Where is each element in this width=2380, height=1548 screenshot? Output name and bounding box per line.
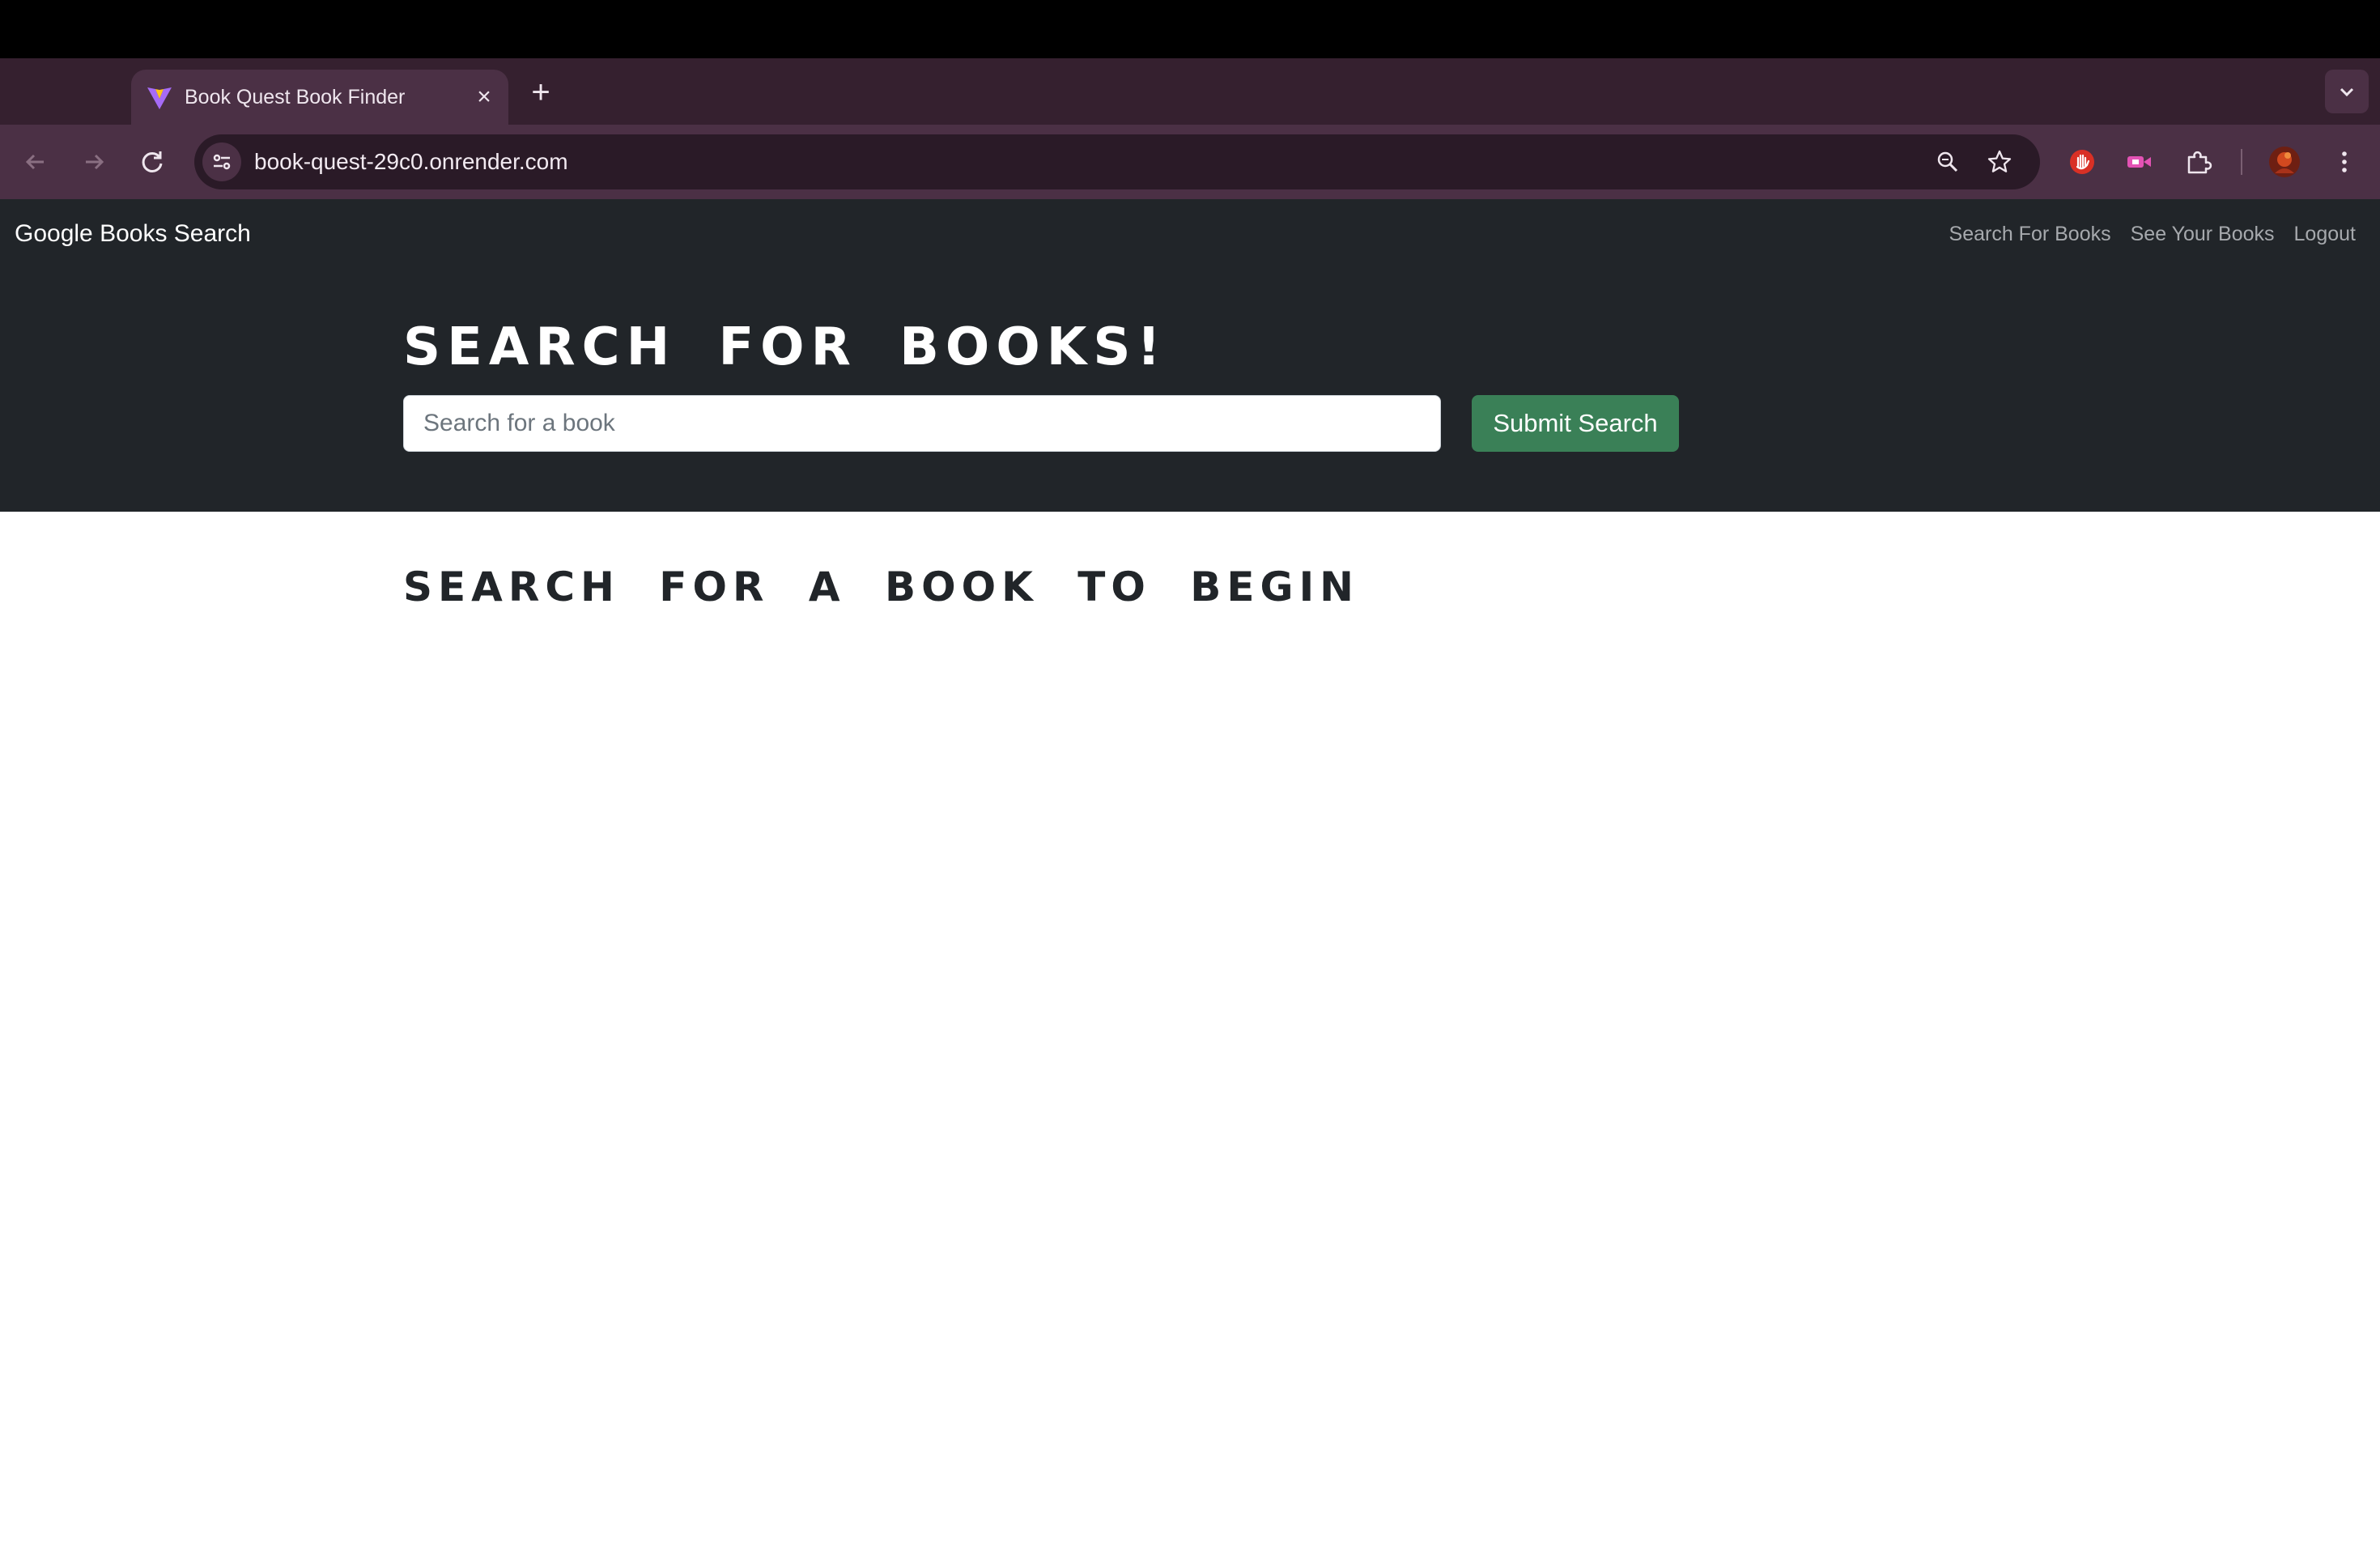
new-tab-icon[interactable]: + — [525, 76, 557, 108]
bookmark-star-icon[interactable] — [1987, 149, 2012, 175]
nav-link-logout[interactable]: Logout — [2294, 199, 2356, 269]
more-menu-icon[interactable] — [2330, 147, 2359, 176]
tab-title: Book Quest Book Finder — [185, 86, 406, 108]
back-icon — [25, 154, 44, 170]
vite-logo-icon — [147, 87, 172, 109]
site-info-icon — [213, 154, 231, 170]
browser-tab[interactable]: Book Quest Book Finder × — [131, 70, 508, 125]
page-title: SEARCH FOR BOOKS! — [403, 317, 1167, 377]
extension-video-icon[interactable] — [2124, 147, 2153, 176]
toolbar-divider — [2241, 149, 2242, 175]
results-heading: SEARCH FOR A BOOK TO BEGIN — [403, 563, 1360, 610]
profile-avatar-icon[interactable] — [2268, 146, 2301, 178]
extensions-puzzle-icon[interactable] — [2184, 147, 2213, 176]
nav-link-see-your-books[interactable]: See Your Books — [2131, 199, 2275, 269]
site-info-button[interactable] — [202, 142, 241, 181]
system-top-bar — [0, 0, 2380, 58]
brand-link[interactable]: Google Books Search — [15, 199, 251, 269]
search-hero: SEARCH FOR BOOKS! Submit Search — [0, 269, 2380, 512]
url-text[interactable]: book-quest-29c0.onrender.com — [254, 134, 568, 189]
close-icon[interactable]: × — [471, 84, 497, 110]
forward-button[interactable] — [78, 146, 110, 178]
reload-button[interactable] — [136, 146, 168, 178]
reload-icon — [142, 151, 163, 172]
browser-tab-strip: Book Quest Book Finder × + — [0, 58, 2380, 125]
search-input[interactable] — [403, 395, 1441, 452]
tab-search-button[interactable] — [2325, 70, 2369, 113]
nav-links: Search For Books See Your Books Logout — [1949, 199, 2356, 269]
app-navbar: Google Books Search Search For Books See… — [0, 199, 2380, 269]
extension-red-hand-icon[interactable] — [2068, 147, 2097, 176]
chevron-down-icon — [2340, 87, 2354, 97]
back-button[interactable] — [19, 146, 52, 178]
nav-link-search-for-books[interactable]: Search For Books — [1949, 199, 2111, 269]
submit-search-button[interactable]: Submit Search — [1472, 395, 1679, 452]
zoom-icon[interactable] — [1935, 149, 1961, 175]
address-bar[interactable]: book-quest-29c0.onrender.com — [194, 134, 2040, 189]
forward-icon — [86, 154, 104, 170]
browser-toolbar: book-quest-29c0.onrender.com — [0, 125, 2380, 199]
